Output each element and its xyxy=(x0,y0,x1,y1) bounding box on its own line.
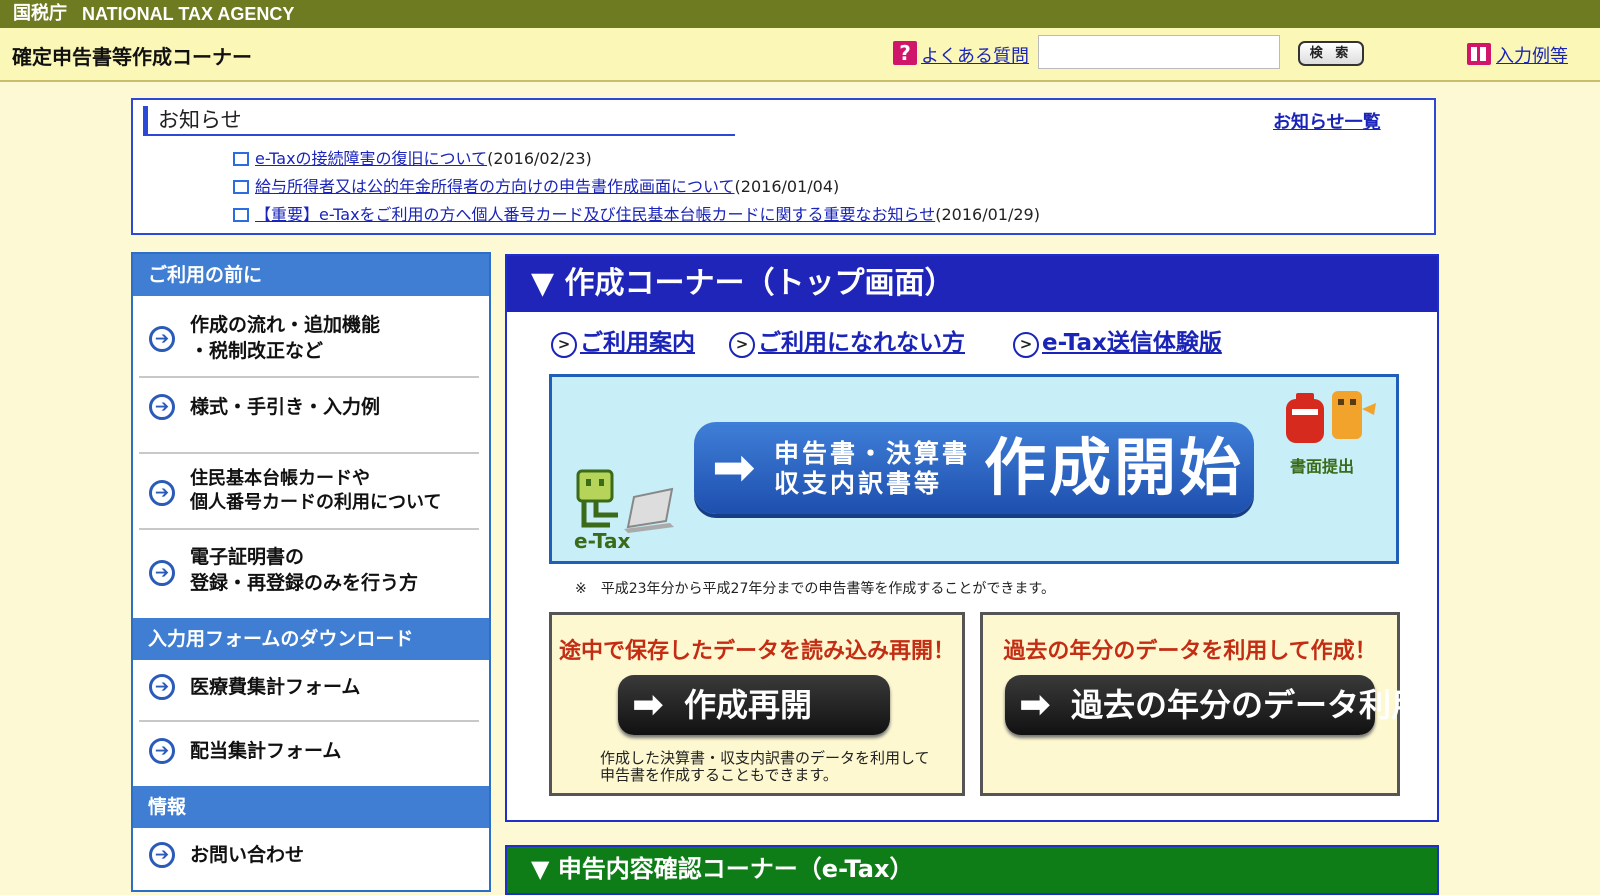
notice-list-link[interactable]: お知らせ一覧 xyxy=(1273,108,1381,134)
notice-link[interactable]: e-Taxの接続障害の復旧について xyxy=(255,149,487,168)
notice-item: 【重要】e-Taxをご利用の方へ個人番号カード及び住民基本台帳カードに関する重要… xyxy=(233,201,1040,225)
notice-date: (2016/01/29) xyxy=(935,205,1040,224)
agency-bar: 国税庁 NATIONAL TAX AGENCY xyxy=(0,0,1600,28)
start-button-label: 作成開始 xyxy=(984,431,1245,504)
sidebar-section-download: 入力用フォームのダウンロード xyxy=(133,618,489,660)
sidebar-item-label: 様式・手引き・入力例 xyxy=(190,396,381,418)
unavailable-users-link[interactable]: > ご利用になれない方 xyxy=(729,323,965,358)
sidebar-item-label: ・税制改正など xyxy=(190,340,324,362)
sidebar-item-forms[interactable]: ➔ 様式・手引き・入力例 xyxy=(133,394,489,434)
arrow-right-circle-icon: ➔ xyxy=(149,842,175,868)
paper-submission-label: 書面提出 xyxy=(1290,457,1355,476)
start-button-subtitle-line: 収支内訳書等 xyxy=(774,469,943,498)
sidebar-item-label: お問い合わせ xyxy=(190,844,305,866)
resume-button-label: 作成再開 xyxy=(684,686,813,724)
usage-guide-link-text[interactable]: ご利用案内 xyxy=(580,330,695,356)
divider xyxy=(139,528,479,530)
page-title: 確定申告書等作成コーナー xyxy=(12,45,252,69)
notice-date: (2016/02/23) xyxy=(487,149,592,168)
sidebar-item-dividend-form[interactable]: ➔ 配当集計フォーム xyxy=(133,738,489,768)
page-header: 確定申告書等作成コーナー ? よくある質問 検 索 入力例等 xyxy=(0,28,1600,82)
mailbox-icon xyxy=(1286,391,1376,443)
sidebar-item-label: 作成の流れ・追加機能 xyxy=(190,314,381,336)
notice-link[interactable]: 給与所得者又は公的年金所得者の方向けの申告書作成画面について xyxy=(255,177,735,196)
faq-link[interactable]: よくある質問 xyxy=(921,42,1029,68)
creation-corner-panel: ▼ 作成コーナー（トップ画面） > ご利用案内 > ご利用になれない方 > e-Tax… xyxy=(505,254,1439,822)
resume-caption: 途中で保存したデータを読み込み再開！ xyxy=(558,639,955,664)
arrow-right-circle-icon: ➔ xyxy=(149,394,175,420)
etax-label: e-Tax xyxy=(574,529,631,553)
notice-date: (2016/01/04) xyxy=(734,177,840,196)
start-creation-button[interactable]: ➡ 申告書・決算書 収支内訳書等 作成開始 xyxy=(694,422,1254,514)
search-input[interactable] xyxy=(1038,35,1280,69)
sidebar-item-label: 個人番号カードの利用について xyxy=(190,492,442,513)
past-data-button-label: 過去の年分のデータ利用 xyxy=(1071,686,1424,724)
creation-corner-heading: ▼ 作成コーナー（トップ画面） xyxy=(507,256,1437,312)
resume-description: 作成した決算書・収支内訳書のデータを利用して 申告書を作成することもできます。 xyxy=(600,750,930,784)
unavailable-users-link-text[interactable]: ご利用になれない方 xyxy=(758,330,965,356)
divider xyxy=(139,452,479,454)
divider xyxy=(139,720,479,722)
notice-item: e-Taxの接続障害の復旧について(2016/02/23) xyxy=(233,145,592,169)
sidebar: ご利用の前に ➔ 作成の流れ・追加機能 ・税制改正など ➔ 様式・手引き・入力例… xyxy=(131,252,491,892)
arrow-right-circle-icon: ➔ xyxy=(149,674,175,700)
start-button-subtitle-line: 申告書・決算書 xyxy=(774,439,971,468)
confirm-corner-heading[interactable]: ▼ 申告内容確認コーナー（e-Tax） xyxy=(505,845,1439,895)
sidebar-item-cards[interactable]: ➔ 住民基本台帳カードや 個人番号カードの利用について xyxy=(133,466,489,520)
divider xyxy=(139,376,479,378)
sidebar-section-info: 情報 xyxy=(133,786,489,828)
chevron-right-icon: > xyxy=(729,332,755,358)
notice-heading: お知らせ xyxy=(143,106,735,136)
past-data-caption: 過去の年分のデータを利用して作成！ xyxy=(1003,639,1377,664)
past-data-panel: 過去の年分のデータを利用して作成！ ➡ 過去の年分のデータ利用 xyxy=(980,612,1423,796)
document-icon xyxy=(233,180,249,194)
period-note: ※ 平成23年分から平成27年分までの申告書等を作成することができます。 xyxy=(575,581,1055,597)
agency-name-en: NATIONAL TAX AGENCY xyxy=(82,4,295,24)
sidebar-item-label: 医療費集計フォーム xyxy=(190,676,361,698)
resume-description-line: 作成した決算書・収支内訳書のデータを利用して xyxy=(600,749,930,767)
sidebar-item-certificate[interactable]: ➔ 電子証明書の 登録・再登録のみを行う方 xyxy=(133,544,489,600)
chevron-right-icon: > xyxy=(1013,332,1039,358)
book-icon[interactable] xyxy=(1467,43,1491,65)
usage-guide-link[interactable]: > ご利用案内 xyxy=(551,323,695,358)
document-icon xyxy=(233,152,249,166)
sidebar-item-label: 電子証明書の xyxy=(190,546,305,568)
arrow-right-circle-icon: ➔ xyxy=(149,480,175,506)
sidebar-section-before-use: ご利用の前に xyxy=(133,254,489,296)
resume-panel: 途中で保存したデータを読み込み再開！ ➡ 作成再開 作成した決算書・収支内訳書の… xyxy=(549,612,965,796)
search-button[interactable]: 検 索 xyxy=(1298,41,1364,66)
resume-description-line: 申告書を作成することもできます。 xyxy=(600,766,838,784)
etax-trial-link[interactable]: > e-Tax送信体験版 xyxy=(1013,323,1222,358)
arrow-right-icon: ➡ xyxy=(1019,682,1051,726)
past-data-button[interactable]: ➡ 過去の年分のデータ利用 xyxy=(1005,675,1423,735)
sidebar-item-label: 配当集計フォーム xyxy=(190,740,342,762)
notice-item: 給与所得者又は公的年金所得者の方向けの申告書作成画面について(2016/01/0… xyxy=(233,173,839,197)
arrow-right-icon: ➡ xyxy=(632,682,664,726)
arrow-right-circle-icon: ➔ xyxy=(149,560,175,586)
agency-name-ja: 国税庁 xyxy=(13,3,67,24)
sidebar-item-label: 住民基本台帳カードや xyxy=(190,468,370,489)
arrow-right-circle-icon: ➔ xyxy=(149,326,175,352)
arrow-right-circle-icon: ➔ xyxy=(149,738,175,764)
start-panel: e-Tax ➡ 申告書・決算書 収支内訳書等 作成開始 書面提出 xyxy=(549,374,1399,564)
notice-link[interactable]: 【重要】e-Taxをご利用の方へ個人番号カード及び住民基本台帳カードに関する重要… xyxy=(255,205,935,224)
etax-trial-link-text[interactable]: e-Tax送信体験版 xyxy=(1042,330,1222,356)
chevron-right-icon: > xyxy=(551,332,577,358)
sidebar-item-label: 登録・再登録のみを行う方 xyxy=(190,572,419,594)
start-button-subtitle: 申告書・決算書 収支内訳書等 xyxy=(774,439,970,499)
arrow-right-icon: ➡ xyxy=(712,438,756,498)
sidebar-item-contact[interactable]: ➔ お問い合わせ xyxy=(133,842,489,872)
notice-box: お知らせ お知らせ一覧 e-Taxの接続障害の復旧について(2016/02/23… xyxy=(131,98,1436,235)
document-icon xyxy=(233,208,249,222)
question-icon[interactable]: ? xyxy=(893,41,917,65)
sidebar-item-flow[interactable]: ➔ 作成の流れ・追加機能 ・税制改正など xyxy=(133,312,489,372)
resume-button[interactable]: ➡ 作成再開 xyxy=(618,675,890,735)
input-examples-link[interactable]: 入力例等 xyxy=(1496,42,1568,68)
sidebar-item-medical-form[interactable]: ➔ 医療費集計フォーム xyxy=(133,674,489,704)
